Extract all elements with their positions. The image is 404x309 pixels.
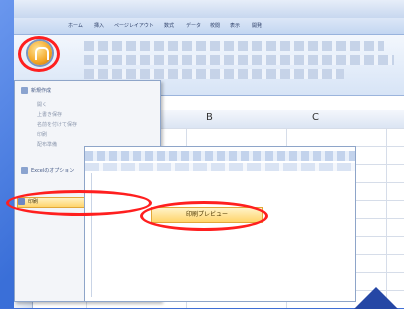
menu-item-label: 新規作成 xyxy=(31,88,52,94)
tab-developer[interactable]: 開発 xyxy=(252,22,262,29)
tab-data[interactable]: データ xyxy=(186,22,201,29)
highlight-ring-print-preview xyxy=(140,201,268,231)
highlight-ring-office-button xyxy=(18,36,60,72)
column-header-b[interactable]: B xyxy=(206,112,213,123)
tab-review[interactable]: 校閲 xyxy=(210,22,220,29)
ribbon-tabs: ホーム 挿入 ページレイアウト 数式 データ 校閲 表示 開発 xyxy=(14,18,404,35)
corner-triangle-decoration xyxy=(354,287,398,309)
ribbon-row xyxy=(84,41,384,51)
menu-item-print-sub[interactable]: 印刷 xyxy=(37,131,47,140)
ribbon-row xyxy=(84,55,394,65)
highlight-ring-print xyxy=(6,190,152,216)
submenu-toolbar xyxy=(85,163,355,171)
options-icon xyxy=(21,167,28,174)
tab-view[interactable]: 表示 xyxy=(230,22,240,29)
tab-page-layout[interactable]: ページレイアウト xyxy=(114,22,154,29)
tab-home[interactable]: ホーム xyxy=(68,22,83,29)
new-doc-icon xyxy=(21,87,28,94)
menu-item-label: Excelのオプション xyxy=(31,168,75,174)
column-header-c[interactable]: C xyxy=(312,112,319,123)
tab-formulas[interactable]: 数式 xyxy=(164,22,174,29)
tab-insert[interactable]: 挿入 xyxy=(94,22,104,29)
title-bar xyxy=(14,0,404,19)
menu-item-open[interactable]: 開く xyxy=(37,101,47,110)
submenu-toolbar xyxy=(85,151,355,161)
menu-item-options[interactable]: Excelのオプション xyxy=(21,167,74,176)
menu-item-new[interactable]: 新規作成 xyxy=(21,87,51,96)
menu-item-save[interactable]: 上書き保存 xyxy=(37,111,62,120)
menu-item-prepare[interactable]: 配布準備 xyxy=(37,141,57,150)
ribbon-row xyxy=(84,69,344,79)
menu-item-save-as[interactable]: 名前を付けて保存 xyxy=(37,121,77,130)
